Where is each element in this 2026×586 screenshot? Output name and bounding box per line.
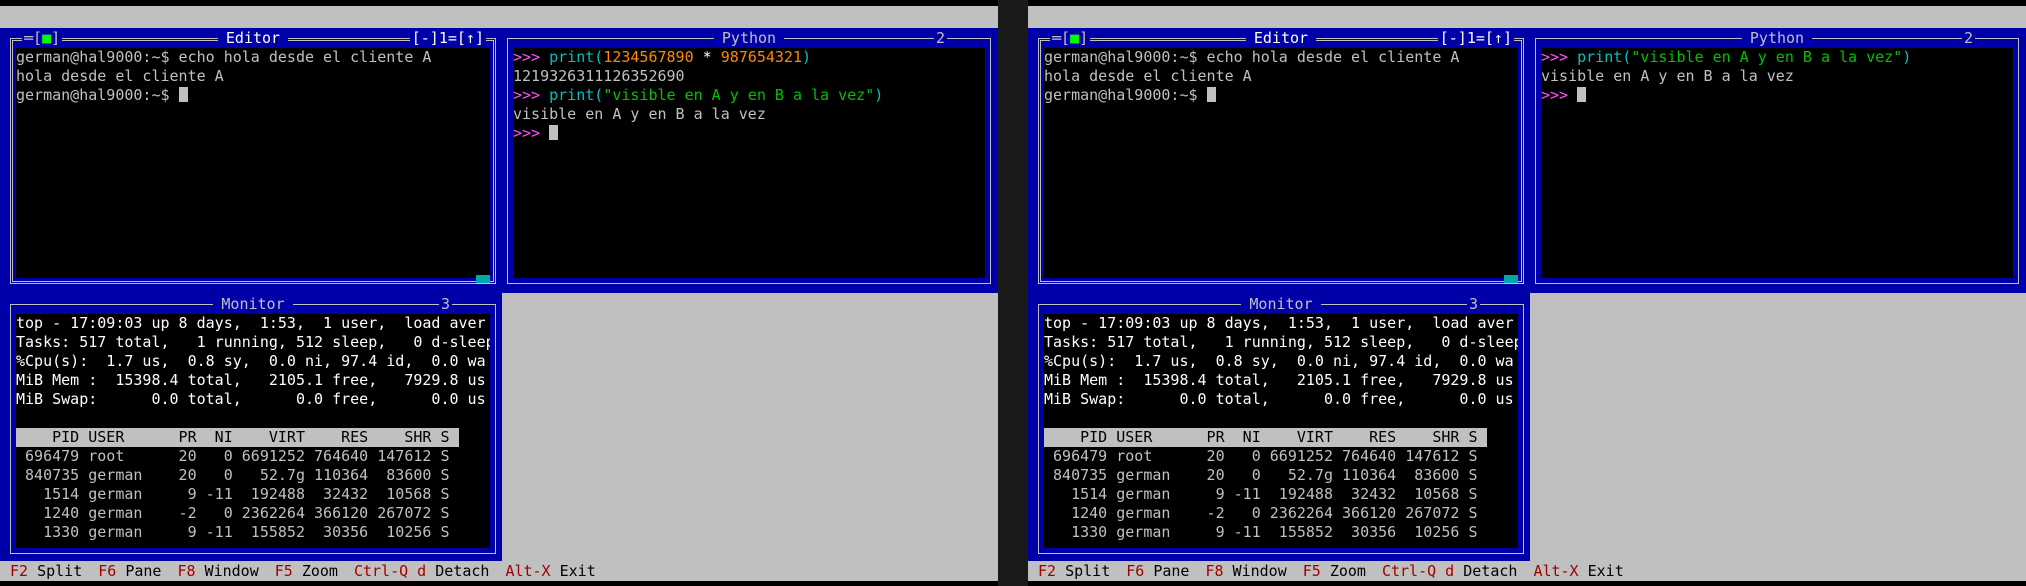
monitor-title: Monitor <box>213 295 293 313</box>
client-b: PanesWindowsClassesProfilesSessionsOptio… <box>1028 0 2026 586</box>
status-window[interactable]: F8 Window <box>177 561 258 581</box>
process-row: 1240 german -2 0 2362264 366120 267072 S <box>1044 504 1478 522</box>
top-line: MiB Mem : 15398.4 total, 2105.1 free, 79… <box>16 371 486 389</box>
window-control-right[interactable]: [-]1=[↑] <box>409 28 486 48</box>
process-row: 1330 german 9 -11 155852 30356 10256 S <box>16 523 450 541</box>
top-line: Tasks: 517 total, 1 running, 512 sleep, … <box>16 333 490 351</box>
python-output: visible en A y en B a la vez <box>1541 67 1794 85</box>
top-line: Tasks: 517 total, 1 running, 512 sleep, … <box>1044 333 1518 351</box>
status-bar: F2 Split F6 Pane F8 Window F5 Zoom Ctrl-Q d … <box>0 561 998 581</box>
process-row: 1330 german 9 -11 155852 30356 10256 S <box>1044 523 1478 541</box>
status-split[interactable]: F2 Split <box>10 561 82 581</box>
terminal-line: german@hal9000:~$ <box>1044 86 1518 105</box>
client-divider <box>998 0 1028 586</box>
python-terminal[interactable]: >>> print(1234567890 * 987654321) 1219326… <box>513 48 985 278</box>
terminal-line: hola desde el cliente A <box>1044 67 1252 85</box>
process-row: 840735 german 20 0 52.7g 110364 83600 S <box>16 466 450 484</box>
status-bar: F2 Split F6 Pane F8 Window F5 Zoom Ctrl-Q d … <box>1028 561 2026 581</box>
monitor-title: Monitor <box>1241 295 1321 313</box>
client-a: PanesWindowsClassesProfilesSessionsOptio… <box>0 0 998 586</box>
status-window[interactable]: F8 Window <box>1205 561 1286 581</box>
terminal-line: german@hal9000:~$ <box>16 86 490 105</box>
text-cursor <box>549 125 559 140</box>
top-line: MiB Swap: 0.0 total, 0.0 free, 0.0 us <box>16 390 486 408</box>
process-row: 1514 german 9 -11 192488 32432 10568 S <box>1044 485 1478 503</box>
top-line: %Cpu(s): 1.7 us, 0.8 sy, 0.0 ni, 97.4 id… <box>1044 352 1514 370</box>
scroll-indicator[interactable] <box>476 275 490 283</box>
editor-window[interactable]: ═[■] Editor [-]1=[↑] german@hal9000:~$ e… <box>1034 28 1528 288</box>
python-line: >>> print("visible en A y en B a la vez"… <box>513 86 884 104</box>
python-line: >>> <box>513 124 985 143</box>
python-title: Python <box>713 29 785 47</box>
python-line: >>> print("visible en A y en B a la vez"… <box>1541 48 1912 66</box>
status-zoom[interactable]: F5 Zoom <box>1303 561 1366 581</box>
status-detach[interactable]: Ctrl-Q d Detach <box>354 561 489 581</box>
monitor-window[interactable]: Monitor 3 top - 17:09:03 up 8 days, 1:53… <box>1034 294 1528 558</box>
scroll-indicator[interactable] <box>1504 275 1518 283</box>
process-table-header: PID USER PR NI VIRT RES SHR S <box>16 428 459 447</box>
window-number: 2 <box>1961 28 1975 48</box>
python-output: visible en A y en B a la vez <box>513 105 766 123</box>
top-line: top - 17:09:03 up 8 days, 1:53, 1 user, … <box>16 314 486 332</box>
menu-bar: PanesWindowsClassesProfilesSessionsOptio… <box>1028 6 2026 48</box>
status-detach[interactable]: Ctrl-Q d Detach <box>1382 561 1517 581</box>
editor-terminal[interactable]: german@hal9000:~$ echo hola desde el cli… <box>1044 48 1518 278</box>
editor-title: Editor <box>1245 29 1317 47</box>
editor-window[interactable]: ═[■] Editor [-]1=[↑] german@hal9000:~$ e… <box>6 28 500 288</box>
status-pane[interactable]: F6 Pane <box>98 561 161 581</box>
desktop: ═[■] Editor [-]1=[↑] german@hal9000:~$ e… <box>0 28 998 561</box>
process-row: 696479 root 20 0 6691252 764640 147612 S <box>1044 447 1478 465</box>
python-window[interactable]: Python 2 >>> print("visible en A y en B … <box>1531 28 2023 288</box>
menu-bar: PanesWindowsClassesProfilesSessionsOptio… <box>0 6 998 48</box>
text-cursor <box>1577 87 1587 102</box>
text-cursor <box>178 87 188 102</box>
desktop: ═[■] Editor [-]1=[↑] german@hal9000:~$ e… <box>1028 28 2026 569</box>
status-zoom[interactable]: F5 Zoom <box>275 561 338 581</box>
process-table-header: PID USER PR NI VIRT RES SHR S <box>1044 428 1487 447</box>
window-number: 3 <box>438 294 452 314</box>
monitor-terminal[interactable]: top - 17:09:03 up 8 days, 1:53, 1 user, … <box>16 314 490 548</box>
process-row: 696479 root 20 0 6691252 764640 147612 S <box>16 447 450 465</box>
editor-terminal[interactable]: german@hal9000:~$ echo hola desde el cli… <box>16 48 490 278</box>
python-window[interactable]: Python 2 >>> print(1234567890 * 98765432… <box>503 28 995 288</box>
status-split[interactable]: F2 Split <box>1038 561 1110 581</box>
window-control-right[interactable]: [-]1=[↑] <box>1437 28 1514 48</box>
status-exit[interactable]: Alt-X Exit <box>505 561 595 581</box>
top-line: %Cpu(s): 1.7 us, 0.8 sy, 0.0 ni, 97.4 id… <box>16 352 486 370</box>
python-output: 1219326311126352690 <box>513 67 685 85</box>
python-line: >>> print(1234567890 * 987654321) <box>513 48 812 66</box>
monitor-window[interactable]: Monitor 3 top - 17:09:03 up 8 days, 1:53… <box>6 294 500 558</box>
status-exit[interactable]: Alt-X Exit <box>1533 561 1623 581</box>
top-line: MiB Mem : 15398.4 total, 2105.1 free, 79… <box>1044 371 1514 389</box>
python-title: Python <box>1741 29 1813 47</box>
terminal-line: german@hal9000:~$ echo hola desde el cli… <box>16 48 432 66</box>
text-cursor <box>1206 87 1216 102</box>
terminal-line: german@hal9000:~$ echo hola desde el cli… <box>1044 48 1460 66</box>
process-row: 840735 german 20 0 52.7g 110364 83600 S <box>1044 466 1478 484</box>
window-number: 3 <box>1466 294 1480 314</box>
editor-title: Editor <box>217 29 289 47</box>
terminal-line: hola desde el cliente A <box>16 67 224 85</box>
python-line: >>> <box>1541 86 2013 105</box>
status-pane[interactable]: F6 Pane <box>1126 561 1189 581</box>
process-row: 1240 german -2 0 2362264 366120 267072 S <box>16 504 450 522</box>
python-terminal[interactable]: >>> print("visible en A y en B a la vez"… <box>1541 48 2013 278</box>
top-line: top - 17:09:03 up 8 days, 1:53, 1 user, … <box>1044 314 1514 332</box>
top-line: MiB Swap: 0.0 total, 0.0 free, 0.0 us <box>1044 390 1514 408</box>
process-row: 1514 german 9 -11 192488 32432 10568 S <box>16 485 450 503</box>
window-number: 2 <box>933 28 947 48</box>
monitor-terminal[interactable]: top - 17:09:03 up 8 days, 1:53, 1 user, … <box>1044 314 1518 548</box>
